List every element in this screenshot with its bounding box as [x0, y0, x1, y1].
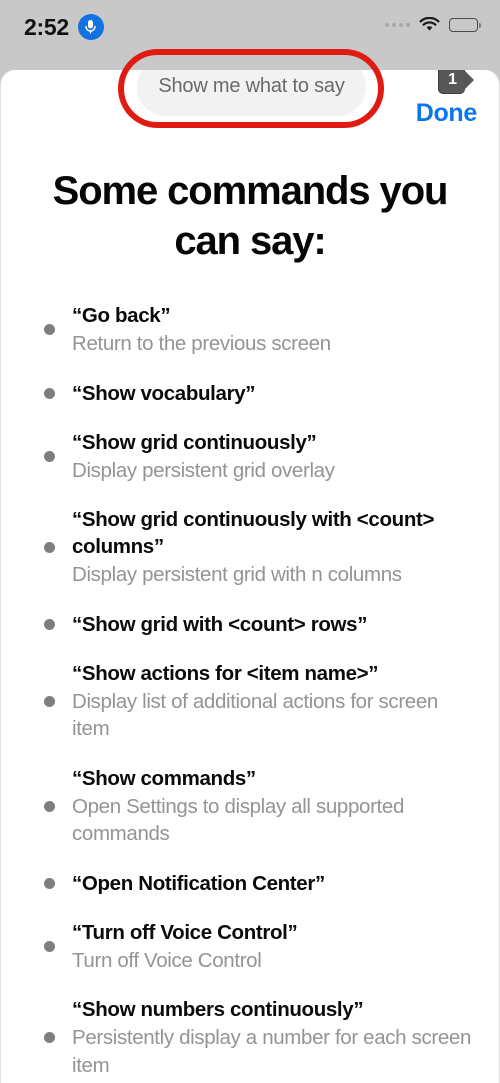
command-text: “Show numbers continuously” Persistently… — [72, 996, 473, 1079]
list-item[interactable]: “Show numbers continuously” Persistently… — [27, 996, 473, 1079]
bullet-icon — [44, 877, 55, 889]
list-item[interactable]: “Show commands” Open Settings to display… — [27, 765, 473, 848]
list-item[interactable]: “Show actions for <item name>” Display l… — [27, 660, 473, 743]
command-text: “Show commands” Open Settings to display… — [72, 765, 473, 848]
list-item[interactable]: “Show grid with <count> rows” — [27, 611, 473, 638]
command-phrase: “Show vocabulary” — [72, 381, 256, 405]
say-pill-button[interactable]: Show me what to say — [138, 70, 365, 114]
command-text: “Show grid continuously” Display persist… — [72, 429, 473, 485]
command-description: Open Settings to display all supported c… — [72, 794, 404, 846]
voice-control-sheet: Show me what to say 1 Done Some commands… — [0, 69, 500, 1083]
bullet-icon — [44, 618, 55, 630]
phone-screen: 2:52 Show me what to say 1 Done Some com… — [0, 0, 500, 1083]
say-pill-label: Show me what to say — [158, 74, 345, 97]
signal-dots-icon — [385, 22, 410, 27]
status-bar-right — [385, 14, 481, 32]
command-description: Return to the previous screen — [72, 332, 331, 356]
done-button[interactable]: Done — [416, 99, 478, 128]
voice-control-number-badge[interactable]: 1 — [438, 70, 465, 94]
command-phrase: “Show grid with <count> rows” — [72, 612, 368, 636]
command-phrase: “Show actions for <item name>” — [72, 661, 379, 685]
command-text: “Turn off Voice Control” Turn off Voice … — [72, 919, 473, 975]
command-description: Display persistent grid with n columns — [72, 563, 402, 587]
command-text: “Go back” Return to the previous screen — [72, 302, 473, 358]
bullet-icon — [44, 695, 55, 707]
command-text: “Show vocabulary” — [72, 380, 473, 407]
bullet-icon — [44, 324, 55, 336]
wifi-icon — [419, 17, 440, 32]
bullet-icon — [44, 387, 55, 399]
command-description: Display persistent grid overlay — [72, 458, 335, 482]
command-text: “Show grid with <count> rows” — [72, 611, 473, 638]
status-bar: 2:52 — [0, 0, 500, 70]
command-phrase: “Show grid continuously with <count> col… — [72, 508, 435, 559]
list-item[interactable]: “Show grid continuously with <count> col… — [27, 506, 473, 589]
command-phrase: “Open Notification Center” — [72, 871, 325, 895]
command-text: “Show grid continuously with <count> col… — [72, 506, 473, 589]
status-bar-left: 2:52 — [24, 14, 104, 40]
command-description: Display list of additional actions for s… — [72, 689, 438, 741]
page-title: Some commands you can say: — [52, 169, 449, 263]
bullet-icon — [44, 541, 55, 553]
list-item[interactable]: “Show vocabulary” — [27, 380, 473, 407]
list-item[interactable]: “Go back” Return to the previous screen — [27, 302, 473, 358]
battery-low-icon — [449, 17, 481, 32]
command-phrase: “Go back” — [72, 304, 171, 327]
done-group: 1 Done — [416, 70, 478, 128]
command-phrase: “Show numbers continuously” — [72, 998, 364, 1022]
list-item[interactable]: “Turn off Voice Control” Turn off Voice … — [27, 919, 473, 975]
microphone-icon — [77, 14, 104, 40]
bullet-icon — [44, 800, 55, 812]
sheet-top-bar: Show me what to say 1 Done — [1, 70, 499, 136]
command-list: “Go back” Return to the previous screen … — [27, 302, 473, 1079]
command-description: Turn off Voice Control — [72, 948, 262, 972]
command-phrase: “Show commands” — [72, 766, 256, 790]
status-time: 2:52 — [24, 13, 69, 40]
command-text: “Show actions for <item name>” Display l… — [72, 660, 473, 743]
list-item[interactable]: “Show grid continuously” Display persist… — [27, 429, 473, 485]
bullet-icon — [44, 450, 55, 462]
command-description: Persistently display a number for each s… — [72, 1026, 472, 1077]
bullet-icon — [44, 1032, 55, 1044]
command-phrase: “Turn off Voice Control” — [72, 920, 298, 944]
command-phrase: “Show grid continuously” — [72, 430, 317, 454]
command-text: “Open Notification Center” — [72, 870, 473, 897]
list-item[interactable]: “Open Notification Center” — [27, 870, 473, 897]
bullet-icon — [44, 940, 55, 952]
